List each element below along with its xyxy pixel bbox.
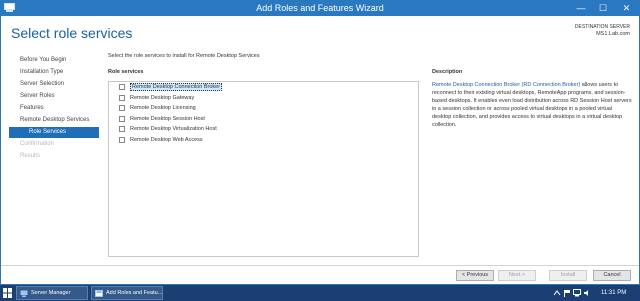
nav-item-results: Results [20, 153, 41, 159]
role-service-label[interactable]: Remote Desktop Connection Broker [130, 83, 223, 92]
wizard-icon [95, 290, 103, 297]
cancel-button[interactable]: Cancel [593, 270, 631, 281]
volume-icon[interactable] [583, 289, 591, 297]
previous-button[interactable]: < Previous [456, 270, 494, 281]
description-text: allows users to reconnect to their exist… [432, 82, 632, 128]
destination-label: DESTINATION SERVER [574, 24, 630, 30]
next-button: Next > [498, 270, 536, 281]
instruction-text: Select the role services to install for … [108, 53, 260, 59]
server-manager-icon [20, 290, 28, 297]
minimize-button[interactable]: — [570, 1, 592, 16]
checkbox[interactable] [119, 94, 125, 101]
page-title: Select role services [11, 25, 133, 41]
role-service-label[interactable]: Remote Desktop Virtualization Host [130, 126, 217, 132]
list-item[interactable]: Remote Desktop Gateway [109, 93, 418, 104]
wizard-window: Add Roles and Features Wizard — ☐ ✕ Sele… [0, 0, 640, 285]
install-button: Install [549, 270, 587, 281]
start-icon[interactable] [3, 288, 12, 298]
nav-item-role-services[interactable]: Role Services [9, 127, 99, 138]
nav-item-before-you-begin[interactable]: Before You Begin [9, 55, 99, 66]
role-services-list[interactable]: Remote Desktop Connection Broker Remote … [108, 81, 419, 257]
description-panel: Remote Desktop Connection Broker (RD Con… [432, 81, 632, 129]
list-item[interactable]: Remote Desktop Session Host [109, 114, 418, 125]
taskbar-item-server-manager[interactable]: Server Manager [16, 286, 88, 300]
role-service-label[interactable]: Remote Desktop Session Host [130, 116, 205, 122]
window-title: Add Roles and Features Wizard [256, 3, 384, 13]
nav-item-installation-type[interactable]: Installation Type [9, 67, 99, 78]
main-content: Select the role services to install for … [108, 53, 633, 75]
role-service-label[interactable]: Remote Desktop Licensing [130, 105, 196, 111]
description-link[interactable]: Remote Desktop Connection Broker (RD Con… [432, 82, 580, 88]
footer-divider [1, 265, 639, 266]
clock[interactable]: 11:31 PM [601, 289, 626, 298]
wizard-nav: Before You Begin Installation Type Serve… [9, 55, 99, 163]
taskbar-item-label: Add Roles and Featu... [106, 290, 163, 296]
list-item[interactable]: Remote Desktop Web Access [109, 135, 418, 146]
destination-server-info: DESTINATION SERVER MS1.Lab.com [575, 24, 630, 38]
close-button[interactable]: ✕ [614, 1, 639, 16]
checkbox[interactable] [119, 136, 125, 143]
nav-item-features[interactable]: Features [9, 103, 99, 114]
taskbar-item-add-roles[interactable]: Add Roles and Featu... [91, 286, 163, 300]
role-service-label[interactable]: Remote Desktop Web Access [130, 137, 203, 143]
description-header: Description [432, 69, 463, 75]
maximize-button[interactable]: ☐ [592, 1, 614, 16]
role-service-label[interactable]: Remote Desktop Gateway [130, 95, 194, 101]
list-item[interactable]: Remote Desktop Connection Broker [109, 82, 418, 93]
taskbar: Server Manager Add Roles and Featu... 11… [0, 285, 640, 301]
checkbox[interactable] [119, 105, 125, 112]
nav-item-confirmation: Confirmation [20, 141, 55, 147]
role-services-header: Role services [108, 69, 144, 75]
list-item[interactable]: Remote Desktop Licensing [109, 103, 418, 114]
nav-item-server-selection[interactable]: Server Selection [9, 79, 99, 90]
list-item[interactable]: Remote Desktop Virtualization Host [109, 124, 418, 135]
network-icon[interactable] [573, 289, 581, 297]
checkbox[interactable] [119, 84, 125, 91]
nav-item-remote-desktop-services[interactable]: Remote Desktop Services [9, 115, 99, 126]
title-bar[interactable]: Add Roles and Features Wizard — ☐ ✕ [1, 1, 639, 16]
checkbox[interactable] [119, 115, 125, 122]
taskbar-item-label: Server Manager [31, 290, 71, 296]
flag-icon[interactable] [563, 289, 571, 297]
destination-server-name: MS1.Lab.com [596, 31, 630, 37]
nav-item-server-roles[interactable]: Server Roles [9, 91, 99, 102]
wizard-header: Select role services DESTINATION SERVER … [1, 16, 639, 50]
chevron-up-icon[interactable] [553, 289, 561, 297]
checkbox[interactable] [119, 126, 125, 133]
